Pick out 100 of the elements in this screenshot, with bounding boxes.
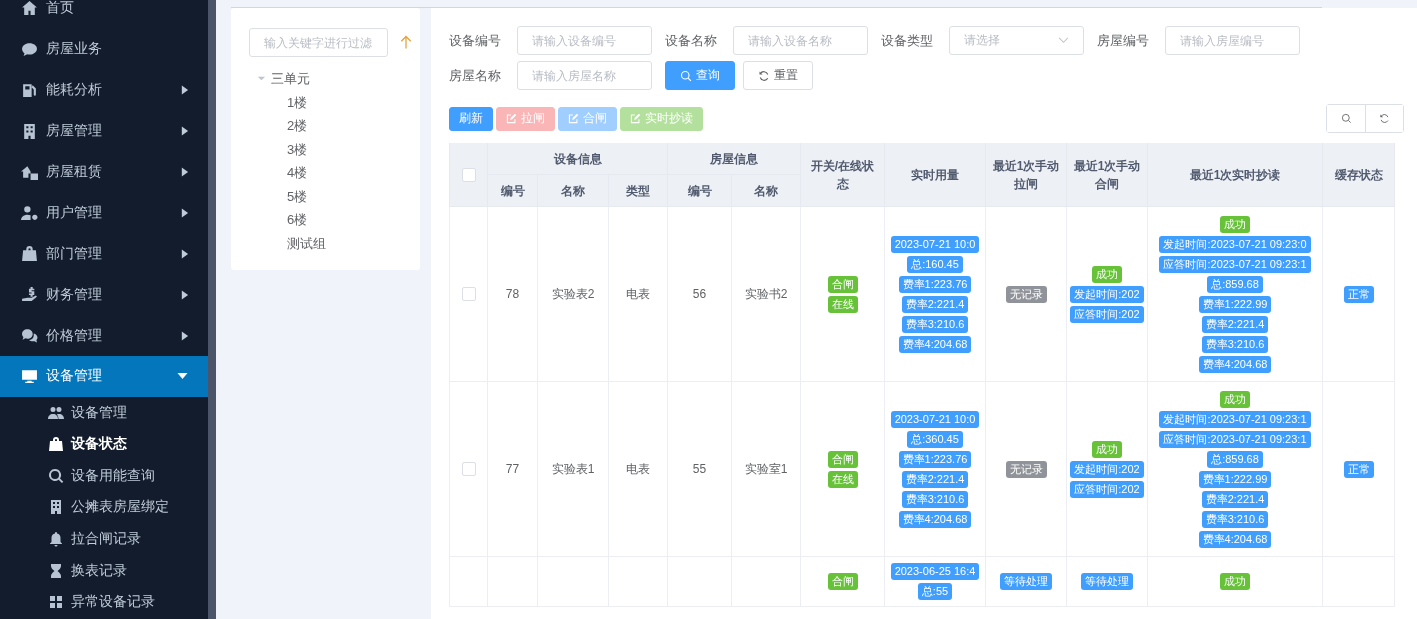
status-tag: 总:360.45 (907, 430, 963, 448)
status-tag: 2023-07-21 10:0 (890, 410, 980, 428)
caret-icon (180, 248, 189, 259)
monitor-icon (21, 367, 38, 385)
status-tag: 在线 (827, 295, 858, 313)
reset-button[interactable]: 重置 (743, 61, 813, 90)
input-field[interactable]: 请输入房屋编号 (1165, 26, 1300, 55)
column-header: 名称 (561, 183, 585, 198)
bell-icon (48, 531, 64, 548)
caret-icon (180, 330, 189, 341)
menu-item[interactable]: 设备管理 (0, 356, 208, 397)
fuel-pump-icon (21, 81, 38, 99)
tree-node[interactable]: 3楼 (249, 137, 420, 161)
menu-item[interactable]: 房屋租赁 (0, 151, 208, 193)
column-header: 最近1次手动合闸 (1073, 158, 1141, 191)
submenu-item[interactable]: 设备状态 (0, 428, 208, 461)
table-cell: 实验室1 (744, 461, 788, 476)
tree-node[interactable]: 5楼 (249, 184, 420, 208)
menu-item[interactable]: 能耗分析 (0, 69, 208, 111)
tree-node[interactable]: 4楼 (249, 161, 420, 185)
menu-item[interactable]: 房屋管理 (0, 110, 208, 152)
column-header: 房屋信息 (710, 151, 758, 166)
status-tag: 总:859.68 (1207, 275, 1263, 293)
submenu-item[interactable]: 拉合闸记录 (0, 523, 208, 555)
submenu-item[interactable]: 异常设备记录 (0, 586, 208, 619)
input-field[interactable]: 请输入房屋名称 (517, 61, 652, 90)
column-header: 最近1次手动拉闸 (992, 158, 1060, 191)
column-header: 实时用量 (911, 167, 959, 182)
tree-node[interactable]: 测试组 (249, 231, 420, 255)
bag-icon (21, 245, 38, 263)
row-checkbox[interactable] (461, 462, 476, 477)
status-tag: 总:55 (917, 583, 953, 600)
status-tag: 发起时间:2023-07-21 09:23:1 (1159, 410, 1311, 428)
status-tag: 费率4:204.68 (1198, 355, 1272, 373)
status-tag: 无记录 (1005, 460, 1047, 478)
submenu-item[interactable]: 设备用能查询 (0, 460, 208, 492)
tree-node[interactable]: 三单元 (249, 67, 420, 91)
status-tag: 合闸 (827, 275, 858, 293)
chat-icon (21, 327, 38, 345)
row-checkbox[interactable] (461, 287, 476, 302)
status-tag: 在线 (827, 470, 858, 488)
table-cell: 实验表2 (551, 286, 595, 301)
table-cell: 78 (505, 287, 520, 301)
submenu-item[interactable]: 设备管理 (0, 396, 208, 429)
caret-icon (180, 207, 189, 218)
menu-item[interactable]: 首页 (0, 0, 208, 29)
column-header: 最近1次实时抄读 (1189, 167, 1281, 182)
status-tag: 2023-06-25 16:4 (890, 563, 980, 580)
search-icon (680, 69, 692, 82)
status-tag: 成功 (1092, 440, 1122, 458)
grid-icon (48, 594, 64, 611)
menu-item[interactable]: 部门管理 (0, 233, 208, 275)
user-gear-icon (21, 204, 38, 222)
refresh-button[interactable] (1365, 105, 1403, 132)
table-cell: 77 (505, 462, 520, 476)
users-icon (48, 404, 64, 421)
status-tag: 费率4:204.68 (898, 335, 972, 353)
search-icon (1340, 113, 1352, 124)
submenu-item[interactable]: 公摊表房屋绑定 (0, 491, 208, 524)
menu-item[interactable]: 价格管理 (0, 315, 208, 356)
scrollbar[interactable] (208, 0, 216, 619)
status-tag: 费率2:221.4 (1201, 315, 1269, 333)
filter-field[interactable]: 输入关键字进行过滤 (249, 28, 388, 57)
field-label: 设备名称 (665, 31, 718, 50)
menu-item[interactable]: 用户管理 (0, 192, 208, 234)
select-all-checkbox[interactable] (461, 168, 476, 183)
input-field[interactable]: 请输入设备名称 (733, 26, 868, 55)
status-tag: 合闸 (827, 450, 858, 468)
caret-icon (180, 126, 189, 137)
caret-icon (180, 85, 189, 96)
status-tag: 成功 (1220, 573, 1250, 590)
submenu-item[interactable]: 换表记录 (0, 554, 208, 587)
arrow-up-icon[interactable] (400, 35, 412, 50)
building-icon (48, 499, 64, 516)
table-cell: 55 (692, 462, 707, 476)
status-tag: 费率3:210.6 (1201, 510, 1269, 528)
status-tag: 费率4:204.68 (1198, 530, 1272, 548)
tree-node[interactable]: 2楼 (249, 114, 420, 138)
tree-node[interactable]: 1楼 (249, 90, 420, 114)
menu-item[interactable]: 房屋业务 (0, 28, 208, 70)
input-field[interactable]: 请输入设备编号 (517, 26, 652, 55)
status-tag: 费率1:222.99 (1198, 470, 1272, 488)
status-tag: 发起时间:202 (1070, 460, 1144, 478)
status-tag: 费率2:221.4 (1201, 490, 1269, 508)
field-label: 房屋名称 (449, 66, 502, 85)
status-tag: 费率3:210.6 (901, 490, 969, 508)
table-cell: 56 (692, 287, 707, 301)
edit-icon (568, 113, 579, 124)
column-header: 编号 (500, 183, 525, 198)
menu-item[interactable]: 财务管理 (0, 274, 208, 316)
status-tag: 应答时间:202 (1070, 480, 1144, 498)
status-tag: 费率1:222.99 (1198, 295, 1272, 313)
refresh-icon (758, 69, 770, 82)
column-header: 名称 (754, 183, 778, 198)
caret-icon (180, 167, 189, 177)
chevron-down-icon (1058, 37, 1069, 44)
status-tag: 总:859.68 (1207, 450, 1263, 468)
status-tag: 正常 (1343, 285, 1374, 303)
hourglass-icon (48, 562, 64, 579)
tree-node[interactable]: 6楼 (249, 208, 420, 232)
